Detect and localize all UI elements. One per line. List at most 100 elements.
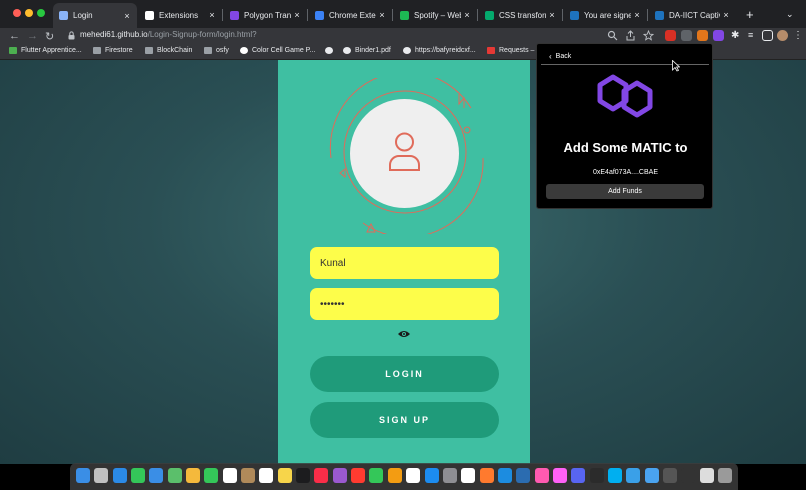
browser-tab[interactable]: Login × bbox=[53, 3, 137, 28]
browser-tab-strip: Login×Extensions×Polygon Transa×Chrome E… bbox=[0, 0, 806, 28]
bookmark-item[interactable]: Flutter Apprentice... bbox=[9, 47, 82, 54]
folder-icon bbox=[93, 47, 101, 54]
mail-icon[interactable] bbox=[149, 468, 163, 483]
vscode-icon[interactable] bbox=[498, 468, 512, 483]
reading-list-icon[interactable]: ≡ bbox=[748, 30, 759, 41]
folder-icon[interactable] bbox=[645, 468, 659, 483]
browser-tab[interactable]: Spotify – Web P× bbox=[394, 4, 477, 26]
calendar-icon[interactable] bbox=[223, 468, 237, 483]
login-button[interactable]: LOGIN bbox=[310, 356, 499, 392]
zoom-window-button[interactable] bbox=[37, 9, 45, 17]
photoshop-icon[interactable] bbox=[480, 468, 494, 483]
more-menu-icon[interactable]: ⋮ bbox=[793, 30, 804, 41]
bookmark-label: Requests – bbox=[499, 47, 535, 54]
browser-tab[interactable]: Extensions × bbox=[139, 4, 222, 26]
safari-icon[interactable] bbox=[113, 468, 127, 483]
settings-icon[interactable] bbox=[443, 468, 457, 483]
bookmark-item[interactable]: Color Cell Game P... bbox=[240, 47, 315, 54]
forward-arrow-icon[interactable]: → bbox=[27, 30, 38, 42]
sourcetree-icon[interactable] bbox=[516, 468, 530, 483]
finder-icon[interactable] bbox=[76, 468, 90, 483]
xd-icon[interactable] bbox=[553, 468, 567, 483]
bookmark-item[interactable]: BlockChain bbox=[145, 47, 192, 54]
anaconda-icon[interactable] bbox=[535, 468, 549, 483]
browser-tab[interactable]: Polygon Transa× bbox=[224, 4, 307, 26]
add-funds-button[interactable]: Add Funds bbox=[546, 184, 704, 199]
terminal-icon[interactable] bbox=[590, 468, 604, 483]
window-icon[interactable] bbox=[663, 468, 677, 483]
polygon-extension-icon[interactable] bbox=[713, 30, 724, 41]
tab-close-icon[interactable]: × bbox=[461, 10, 473, 20]
bookmark-item[interactable]: Requests – bbox=[487, 47, 534, 54]
star-icon[interactable] bbox=[643, 30, 654, 41]
chrome-icon[interactable] bbox=[461, 468, 475, 483]
show-password-eye-icon[interactable] bbox=[397, 329, 411, 339]
side-panel-icon[interactable] bbox=[762, 30, 773, 41]
reminders-icon[interactable] bbox=[259, 468, 273, 483]
music-icon[interactable] bbox=[314, 468, 328, 483]
s-icon bbox=[570, 10, 579, 20]
discord-icon[interactable] bbox=[571, 468, 585, 483]
profile-avatar bbox=[350, 99, 459, 208]
reload-icon[interactable]: ↻ bbox=[45, 30, 54, 43]
trash-icon[interactable] bbox=[718, 468, 732, 483]
facetime-icon[interactable] bbox=[204, 468, 218, 483]
tab-close-icon[interactable]: × bbox=[291, 10, 303, 20]
numbers-icon[interactable] bbox=[369, 468, 383, 483]
tab-title: Extensions bbox=[159, 10, 199, 20]
browser-tab[interactable]: CSS transform× bbox=[479, 4, 562, 26]
browser-tab[interactable]: Chrome Extens× bbox=[309, 4, 392, 26]
back-arrow-icon[interactable]: ← bbox=[9, 30, 20, 42]
bookmark-item[interactable]: Binder1.pdf bbox=[343, 47, 391, 54]
tv-icon[interactable] bbox=[296, 468, 310, 483]
tab-close-icon[interactable]: × bbox=[720, 10, 732, 20]
bookmark-item[interactable]: Firestore bbox=[93, 47, 133, 54]
browser-tab[interactable]: You are signed× bbox=[564, 4, 647, 26]
browser-tab[interactable]: DA-IICT Captive× bbox=[649, 4, 736, 26]
cleaner-icon[interactable] bbox=[626, 468, 640, 483]
tab-close-icon[interactable]: × bbox=[121, 11, 133, 21]
tab-search-icon[interactable]: ⌄ bbox=[786, 9, 794, 20]
tab-close-icon[interactable]: × bbox=[631, 10, 643, 20]
extension-grey-icon[interactable] bbox=[681, 30, 692, 41]
avatar[interactable] bbox=[777, 30, 788, 41]
appstore-icon[interactable] bbox=[425, 468, 439, 483]
tab-title: DA-IICT Captive bbox=[669, 10, 720, 20]
notes-icon[interactable] bbox=[278, 468, 292, 483]
folder-icon bbox=[145, 47, 153, 54]
tab-close-icon[interactable]: × bbox=[206, 10, 218, 20]
bookmark-item[interactable] bbox=[325, 47, 337, 54]
maps-icon[interactable] bbox=[168, 468, 182, 483]
sign-up-button[interactable]: SIGN UP bbox=[310, 402, 499, 438]
bookmark-label: Firestore bbox=[105, 47, 133, 54]
extension-red-icon[interactable] bbox=[665, 30, 676, 41]
textedit-icon[interactable] bbox=[406, 468, 420, 483]
podcasts-icon[interactable] bbox=[333, 468, 347, 483]
pages-icon[interactable] bbox=[388, 468, 402, 483]
puzzle-icon[interactable]: ✱ bbox=[731, 30, 742, 41]
photos-icon[interactable] bbox=[186, 468, 200, 483]
minimize-window-button[interactable] bbox=[25, 9, 33, 17]
new-tab-button[interactable]: + bbox=[746, 7, 754, 22]
news-icon[interactable] bbox=[351, 468, 365, 483]
close-window-button[interactable] bbox=[13, 9, 21, 17]
bookmark-item[interactable]: https://bafyreidcxf... bbox=[403, 47, 476, 54]
password-input[interactable]: ••••••• bbox=[310, 288, 499, 320]
launchpad-icon[interactable] bbox=[94, 468, 108, 483]
bookmark-item[interactable]: osfy bbox=[204, 47, 229, 54]
sd-icon[interactable] bbox=[700, 468, 714, 483]
zoom-icon[interactable] bbox=[607, 30, 618, 41]
tab-separator bbox=[647, 9, 648, 21]
tab-close-icon[interactable]: × bbox=[376, 10, 388, 20]
metamask-icon[interactable] bbox=[697, 30, 708, 41]
share-icon[interactable] bbox=[625, 30, 636, 41]
skype-icon[interactable] bbox=[608, 468, 622, 483]
back-button[interactable]: ‹ Back bbox=[549, 52, 571, 61]
tab-close-icon[interactable]: × bbox=[546, 10, 558, 20]
messages-icon[interactable] bbox=[131, 468, 145, 483]
tab-separator bbox=[392, 9, 393, 21]
username-input[interactable]: Kunal bbox=[310, 247, 499, 279]
screen-icon[interactable] bbox=[681, 468, 695, 483]
contacts-icon[interactable] bbox=[241, 468, 255, 483]
tab-separator bbox=[562, 9, 563, 21]
